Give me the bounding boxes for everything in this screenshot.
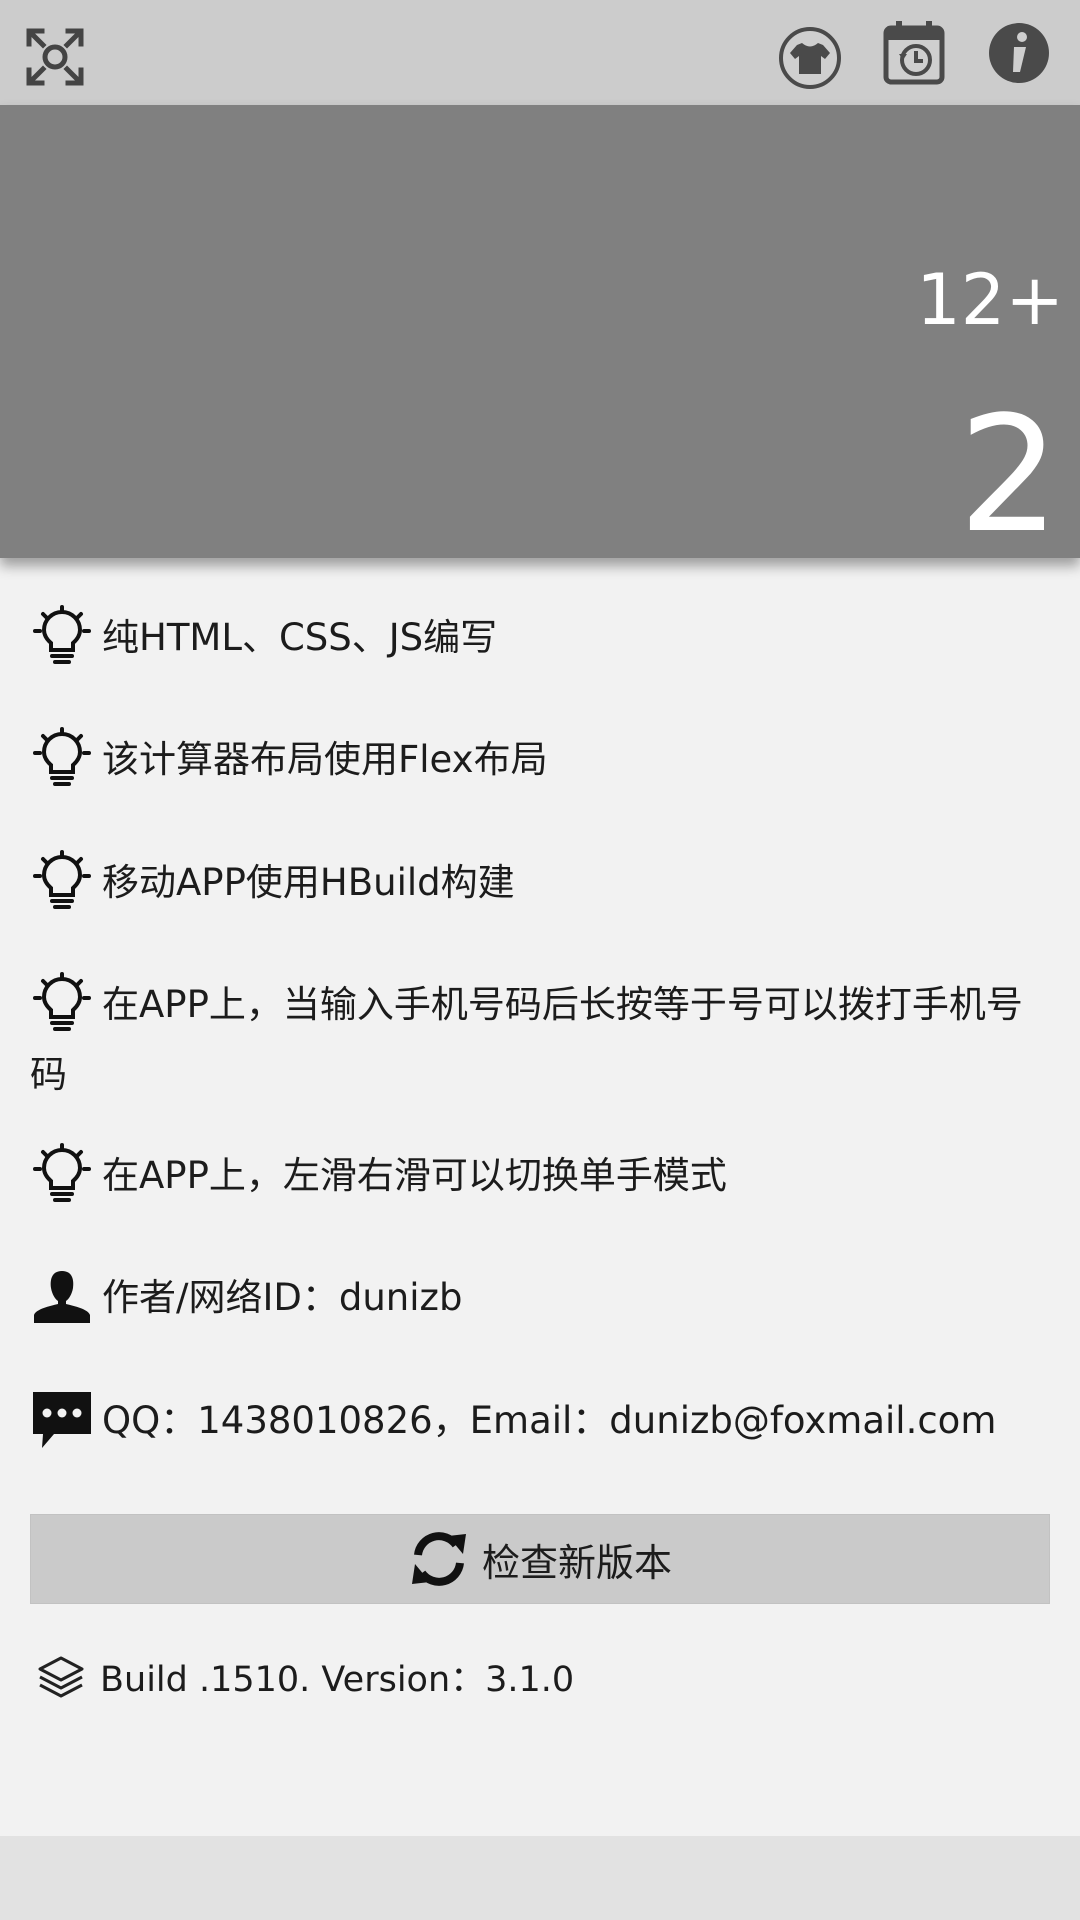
- info-item: 纯HTML、CSS、JS编写: [30, 603, 1050, 673]
- refresh-icon: [408, 1528, 470, 1590]
- calendar-history-icon[interactable]: [882, 20, 946, 86]
- info-item-text: 该计算器布局使用Flex布局: [102, 738, 548, 781]
- lightbulb-icon: [30, 970, 94, 1040]
- comment-icon: [30, 1386, 94, 1456]
- info-item: 在APP上，当输入手机号码后长按等于号可以拨打手机号码: [30, 970, 1050, 1110]
- info-item: 在APP上，左滑右滑可以切换单手模式: [30, 1141, 1050, 1211]
- info-item-text: 在APP上，当输入手机号码后长按等于号可以拨打手机号码: [30, 983, 1023, 1096]
- lightbulb-icon: [30, 1141, 94, 1211]
- info-item: 移动APP使用HBuild构建: [30, 848, 1050, 918]
- build-info: Build .1510. Version：3.1.0: [36, 1650, 574, 1710]
- top-toolbar: [0, 0, 1080, 105]
- lightbulb-icon: [30, 603, 94, 673]
- author-item: 作者/网络ID：dunizb: [30, 1263, 1050, 1333]
- lightbulb-icon: [30, 848, 94, 918]
- contact-text: QQ：1438010826，Email：dunizb@foxmail.com: [102, 1399, 997, 1442]
- info-item-text: 在APP上，左滑右滑可以切换单手模式: [102, 1154, 727, 1197]
- fullscreen-icon[interactable]: [26, 28, 84, 86]
- author-text: 作者/网络ID：dunizb: [102, 1276, 463, 1319]
- expression-text: 12+: [916, 259, 1064, 341]
- tshirt-icon[interactable]: [778, 26, 842, 90]
- check-update-label: 检查新版本: [481, 1540, 672, 1585]
- lightbulb-icon: [30, 725, 94, 795]
- build-text: Build .1510. Version：3.1.0: [100, 1660, 575, 1700]
- contact-item: QQ：1438010826，Email：dunizb@foxmail.com: [30, 1386, 1050, 1456]
- info-icon[interactable]: [986, 20, 1052, 86]
- check-update-button[interactable]: 检查新版本: [30, 1514, 1050, 1604]
- layers-icon: [36, 1650, 86, 1710]
- about-panel: 纯HTML、CSS、JS编写 该计算器布局使用Flex布局 移动APP使用HBu…: [0, 558, 1080, 1836]
- info-item: 该计算器布局使用Flex布局: [30, 725, 1050, 795]
- calculator-display: 12+ 2: [0, 105, 1080, 558]
- info-item-text: 纯HTML、CSS、JS编写: [102, 616, 498, 659]
- result-text: 2: [958, 381, 1060, 568]
- info-item-text: 移动APP使用HBuild构建: [102, 861, 515, 904]
- user-icon: [30, 1263, 94, 1333]
